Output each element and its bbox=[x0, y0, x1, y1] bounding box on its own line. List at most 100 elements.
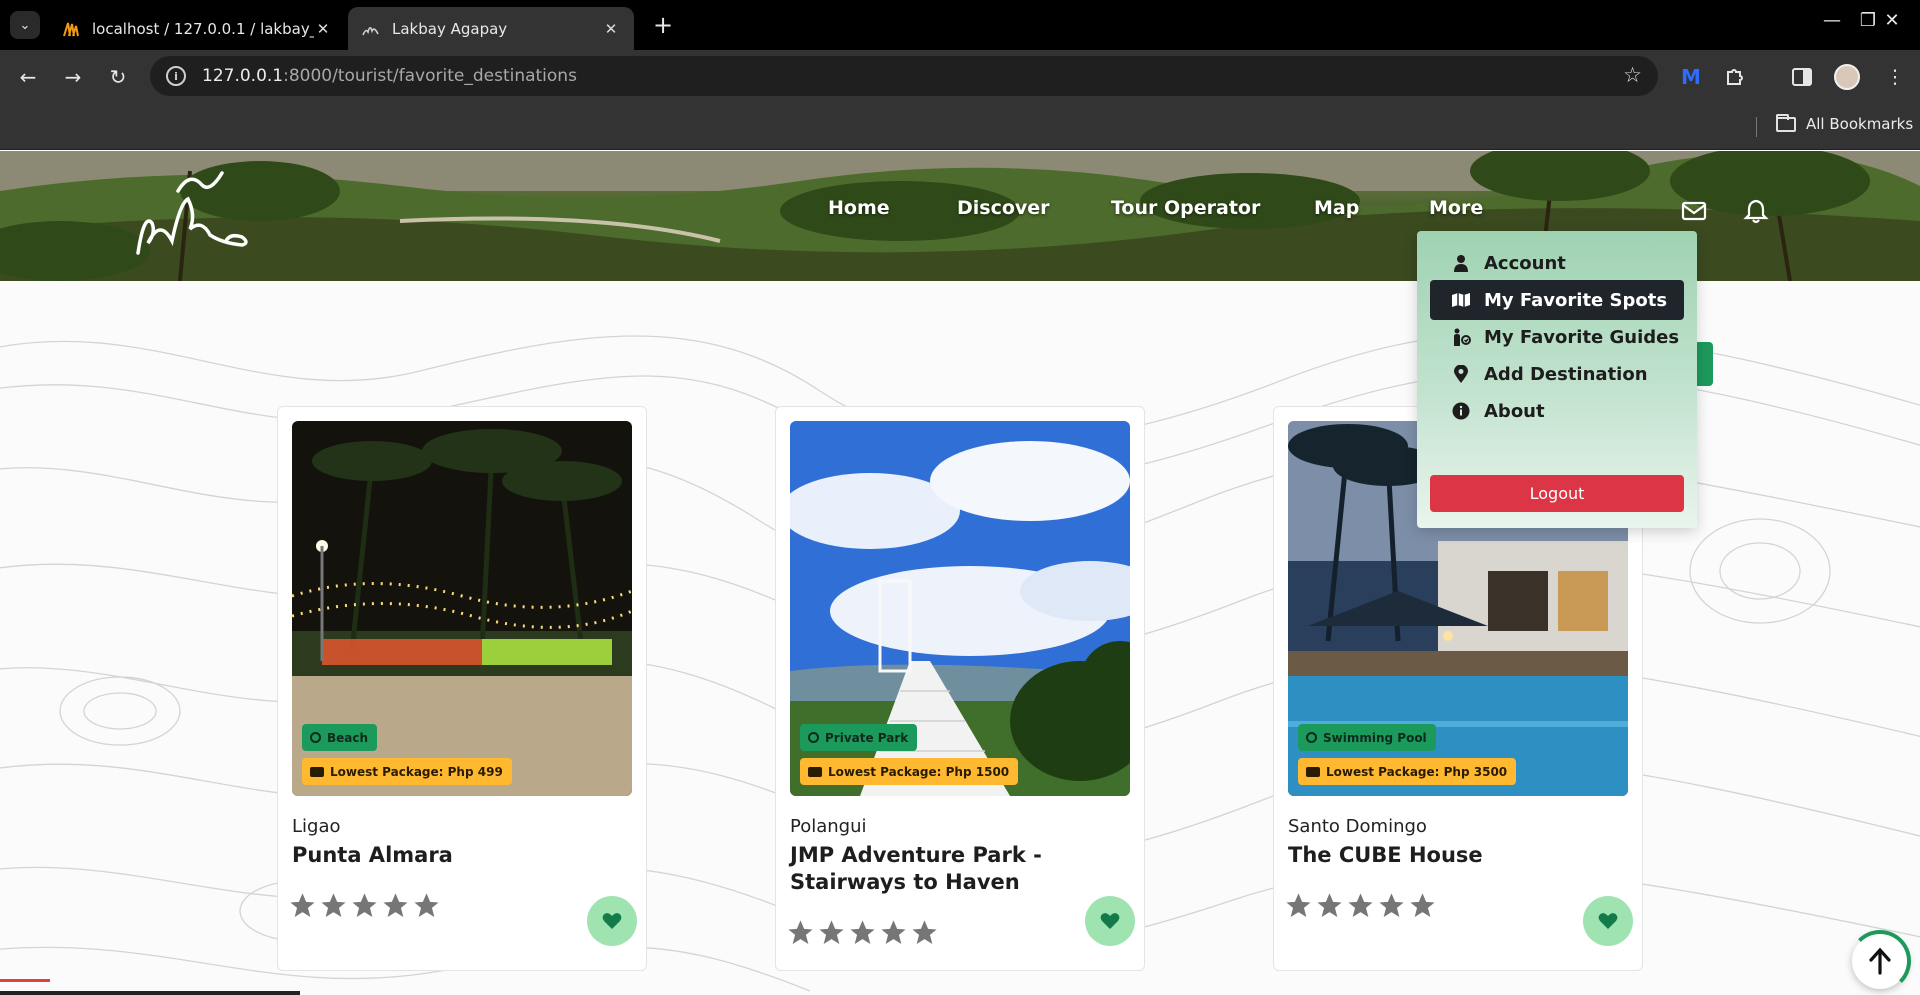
browser-toolbar: ← → ↻ i 127.0.0.1 :8000/tourist/favorite… bbox=[0, 50, 1920, 102]
all-bookmarks-button[interactable]: All Bookmarks bbox=[1776, 113, 1914, 133]
star-icon bbox=[1348, 893, 1373, 917]
menu-item-add-destination[interactable]: Add Destination bbox=[1430, 354, 1684, 394]
nav-more[interactable]: More bbox=[1429, 197, 1483, 219]
wallet-icon bbox=[310, 766, 324, 777]
star-icon bbox=[321, 893, 346, 917]
nav-map[interactable]: Map bbox=[1314, 197, 1359, 219]
location-dot-icon bbox=[808, 732, 819, 743]
destination-photo[interactable]: Beach Lowest Package: Php 499 bbox=[292, 421, 632, 796]
price-badge: Lowest Package: Php 499 bbox=[302, 758, 512, 785]
side-panel-icon[interactable] bbox=[1787, 62, 1817, 92]
phpmyadmin-favicon bbox=[62, 20, 80, 38]
star-icon bbox=[1286, 893, 1311, 917]
back-icon[interactable]: ← bbox=[13, 62, 43, 92]
menu-item-account[interactable]: Account bbox=[1430, 243, 1684, 283]
menu-item-label: About bbox=[1484, 400, 1545, 422]
favorite-button[interactable] bbox=[1583, 896, 1633, 946]
bookmarks-bar: All Bookmarks bbox=[0, 102, 1920, 150]
star-icon bbox=[414, 893, 439, 917]
rating-stars bbox=[1284, 891, 1437, 920]
tab-title: Lakbay Agapay bbox=[392, 19, 508, 38]
forward-icon[interactable]: → bbox=[58, 62, 88, 92]
new-tab-button[interactable]: + bbox=[650, 11, 676, 39]
destination-town: Santo Domingo bbox=[1288, 816, 1427, 837]
folder-icon bbox=[1776, 113, 1796, 132]
bell-icon[interactable] bbox=[1742, 197, 1770, 225]
destination-photo[interactable]: Private Park Lowest Package: Php 1500 bbox=[790, 421, 1130, 796]
url-path: :8000/tourist/favorite_destinations bbox=[283, 66, 577, 86]
menu-item-about[interactable]: About bbox=[1430, 391, 1684, 431]
destination-name[interactable]: JMP Adventure Park - Stairways to Haven bbox=[790, 842, 1090, 896]
close-tab-icon[interactable]: ✕ bbox=[602, 20, 620, 38]
star-icon bbox=[912, 920, 937, 944]
tab-search-button[interactable]: ⌄ bbox=[10, 11, 40, 39]
star-icon bbox=[1410, 893, 1435, 917]
star-icon bbox=[788, 920, 813, 944]
arrow-up-icon bbox=[1869, 947, 1891, 975]
rating-stars bbox=[786, 918, 939, 947]
destination-card[interactable]: Private Park Lowest Package: Php 1500 Po… bbox=[775, 406, 1145, 971]
menu-item-label: Add Destination bbox=[1484, 363, 1648, 385]
category-badge: Private Park bbox=[800, 724, 918, 751]
location-pin-icon bbox=[1450, 364, 1472, 384]
destination-name[interactable]: Punta Almara bbox=[292, 842, 592, 869]
price-badge: Lowest Package: Php 1500 bbox=[800, 758, 1019, 785]
heart-icon bbox=[602, 913, 622, 929]
star-icon bbox=[819, 920, 844, 944]
nav-discover[interactable]: Discover bbox=[957, 197, 1050, 219]
profile-avatar[interactable] bbox=[1834, 64, 1860, 90]
location-dot-icon bbox=[1306, 732, 1317, 743]
star-icon bbox=[1317, 893, 1342, 917]
nav-tour-operator[interactable]: Tour Operator bbox=[1111, 197, 1260, 219]
bookmarks-divider bbox=[1756, 117, 1757, 137]
bookmark-star-icon[interactable]: ☆ bbox=[1623, 63, 1642, 87]
page-viewport: Home Discover Tour Operator Map More Bea… bbox=[0, 151, 1920, 995]
star-icon bbox=[850, 920, 875, 944]
destination-name[interactable]: The CUBE House bbox=[1288, 842, 1588, 869]
star-icon bbox=[352, 893, 377, 917]
nav-home[interactable]: Home bbox=[828, 197, 890, 219]
lakbay-logo[interactable] bbox=[130, 163, 260, 267]
favorite-button[interactable] bbox=[1085, 896, 1135, 946]
destination-card[interactable]: Beach Lowest Package: Php 499 Ligao Punt… bbox=[277, 406, 647, 971]
bottom-edge-bar bbox=[0, 991, 300, 995]
chrome-menu-icon[interactable]: ⋮ bbox=[1880, 62, 1910, 92]
user-icon bbox=[1450, 253, 1472, 273]
category-badge: Swimming Pool bbox=[1298, 724, 1436, 751]
site-info-icon[interactable]: i bbox=[166, 66, 186, 86]
minimize-icon[interactable]: — bbox=[1812, 10, 1852, 31]
guide-person-icon bbox=[1450, 327, 1472, 347]
favorite-button[interactable] bbox=[587, 896, 637, 946]
scroll-to-top-button[interactable] bbox=[1849, 930, 1911, 992]
price-badge: Lowest Package: Php 3500 bbox=[1298, 758, 1517, 785]
star-icon bbox=[1379, 893, 1404, 917]
heart-icon bbox=[1598, 913, 1618, 929]
logout-button[interactable]: Logout bbox=[1430, 475, 1684, 512]
wallet-icon bbox=[808, 766, 822, 777]
extensions-puzzle-icon[interactable] bbox=[1720, 62, 1750, 92]
heart-icon bbox=[1100, 913, 1120, 929]
menu-item-my-favorite-guides[interactable]: My Favorite Guides bbox=[1430, 317, 1684, 357]
tab-phpmyadmin[interactable]: localhost / 127.0.0.1 / lakbay_ag ✕ bbox=[48, 7, 346, 50]
menu-item-label: My Favorite Guides bbox=[1484, 326, 1680, 348]
close-window-icon[interactable]: ✕ bbox=[1872, 10, 1912, 31]
map-icon bbox=[1450, 290, 1472, 310]
close-tab-icon[interactable]: ✕ bbox=[314, 20, 332, 38]
location-dot-icon bbox=[310, 732, 321, 743]
all-bookmarks-label: All Bookmarks bbox=[1806, 115, 1914, 133]
tab-lakbay-agapay[interactable]: Lakbay Agapay ✕ bbox=[348, 7, 634, 50]
extension-m-icon[interactable]: M bbox=[1676, 62, 1706, 92]
menu-item-my-favorite-spots[interactable]: My Favorite Spots bbox=[1430, 280, 1684, 320]
mail-icon[interactable] bbox=[1680, 197, 1708, 225]
reload-icon[interactable]: ↻ bbox=[103, 62, 133, 92]
star-icon bbox=[383, 893, 408, 917]
info-circle-icon bbox=[1450, 401, 1472, 421]
wallet-icon bbox=[1306, 766, 1320, 777]
menu-item-label: Account bbox=[1484, 252, 1566, 274]
star-icon bbox=[881, 920, 906, 944]
address-bar[interactable]: i 127.0.0.1 :8000/tourist/favorite_desti… bbox=[150, 56, 1658, 96]
category-badge: Beach bbox=[302, 724, 378, 751]
more-dropdown-menu: Account My Favorite Spots My Favorite Gu… bbox=[1417, 231, 1697, 528]
url-host: 127.0.0.1 bbox=[202, 66, 284, 86]
destination-town: Polangui bbox=[790, 816, 867, 837]
